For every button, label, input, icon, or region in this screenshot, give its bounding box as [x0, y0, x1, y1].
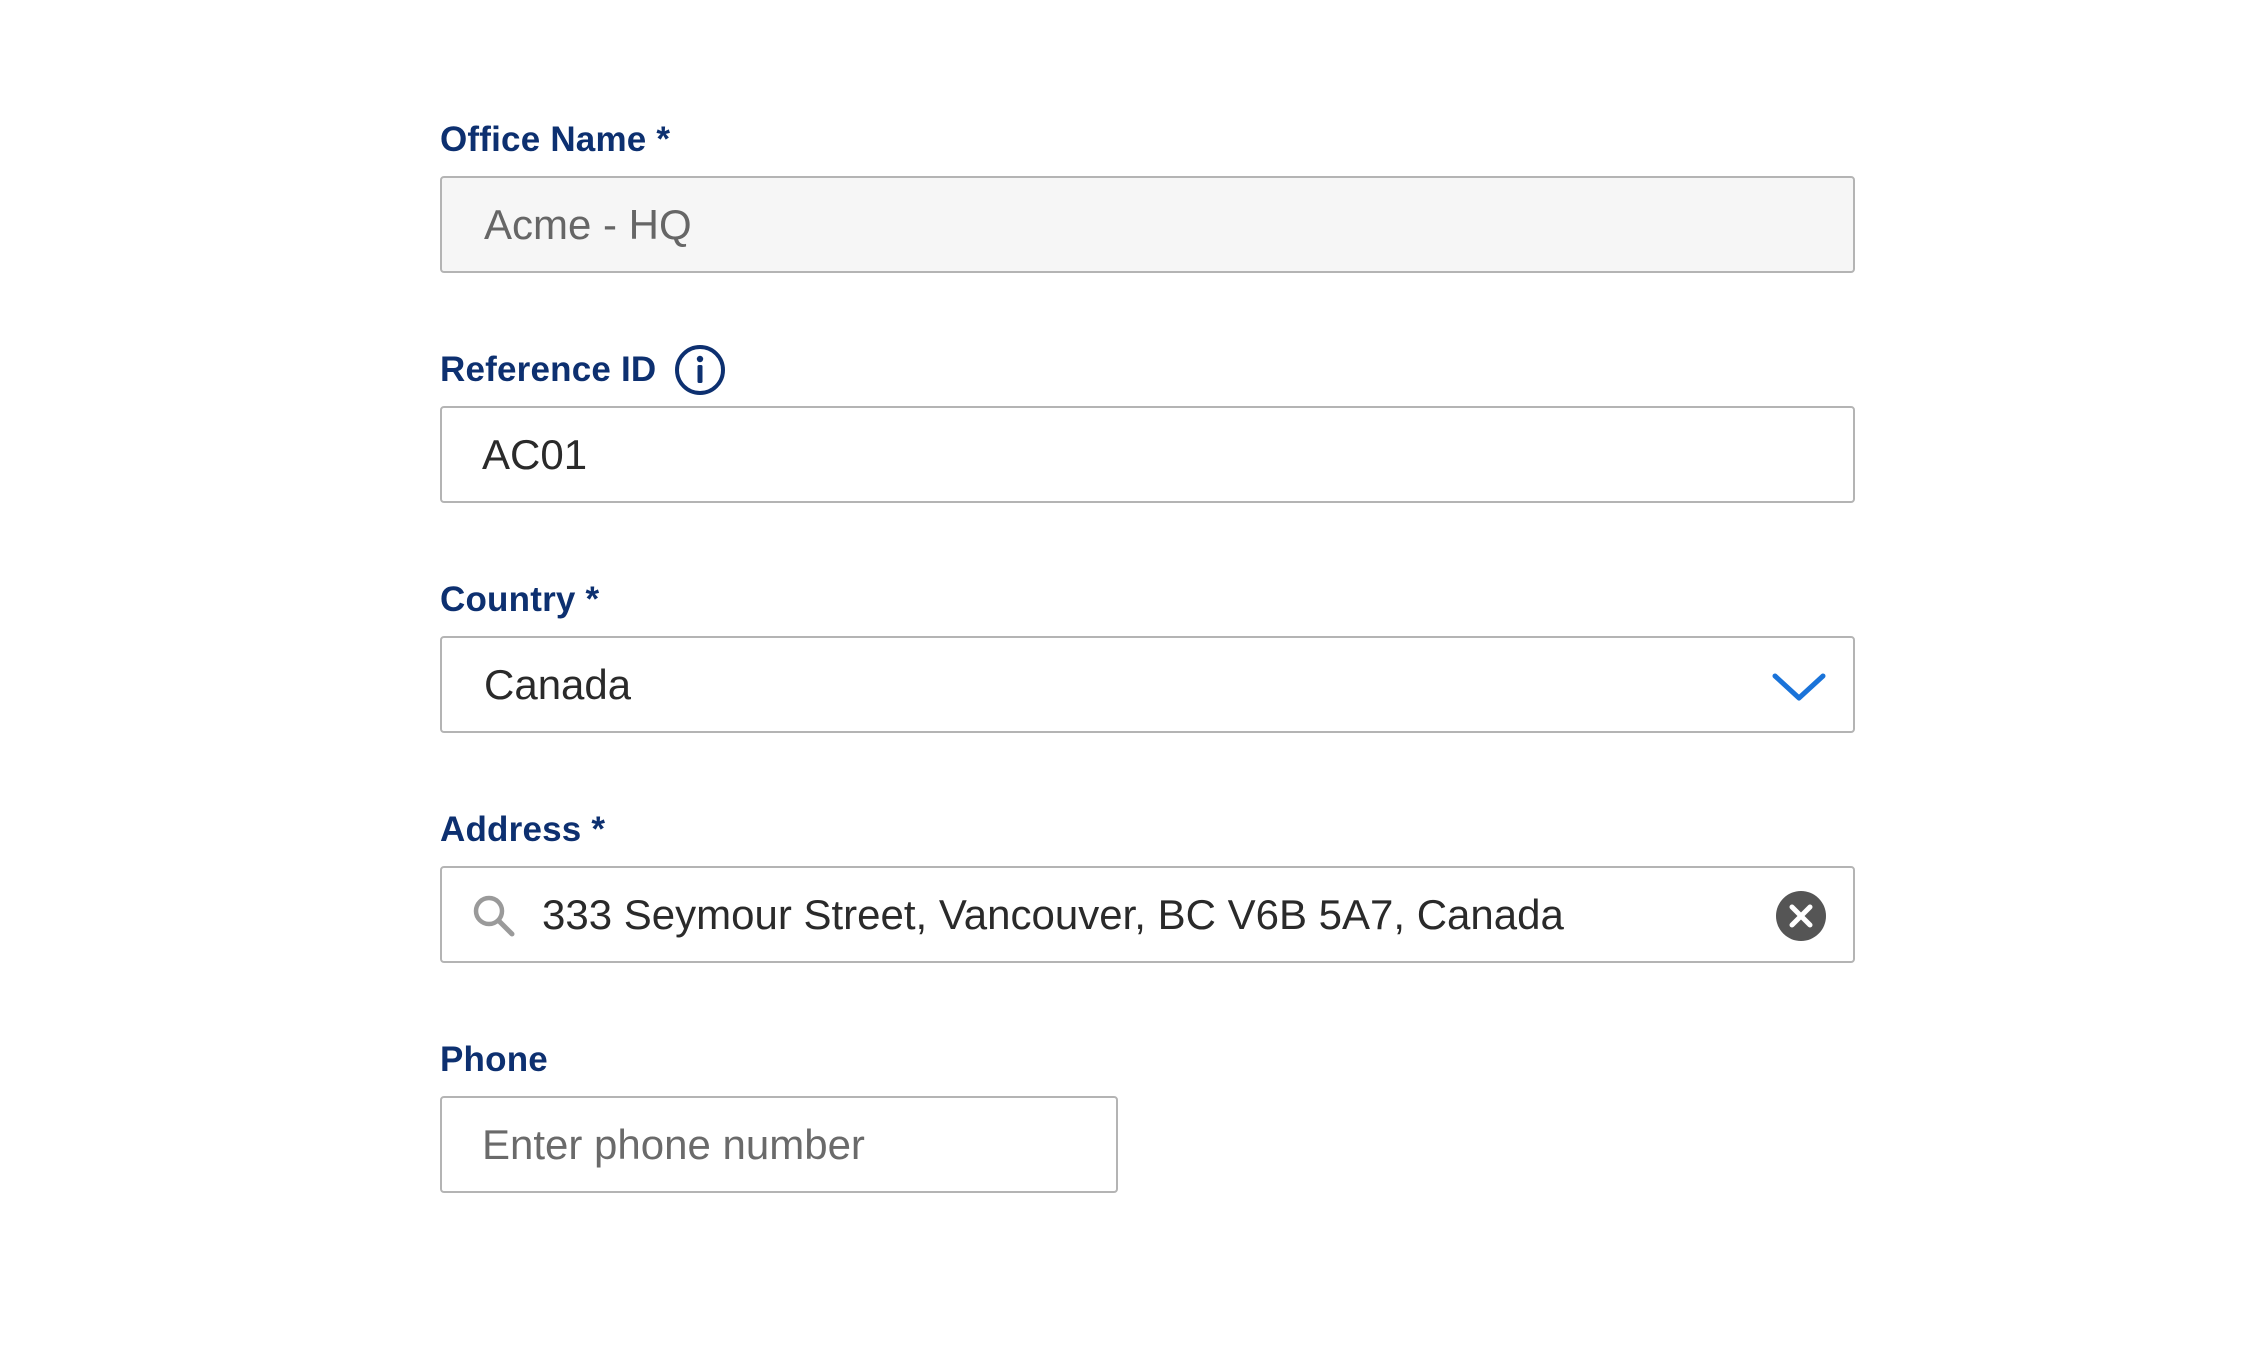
info-icon[interactable]	[674, 344, 726, 396]
reference-id-label: Reference ID	[440, 350, 657, 389]
address-field[interactable]: 333 Seymour Street, Vancouver, BC V6B 5A…	[440, 866, 1855, 963]
address-label-row: Address *	[440, 802, 605, 858]
country-label: Country *	[440, 580, 600, 619]
country-select[interactable]: Canada	[440, 636, 1855, 733]
reference-id-input[interactable]	[482, 408, 1813, 501]
country-label-row: Country *	[440, 572, 599, 628]
office-name-field: Acme - HQ	[440, 176, 1855, 273]
phone-label: Phone	[440, 1040, 548, 1079]
office-name-label: Office Name *	[440, 120, 671, 159]
search-icon	[470, 892, 518, 940]
clear-icon[interactable]	[1775, 890, 1827, 942]
phone-label-row: Phone	[440, 1032, 548, 1088]
chevron-down-icon[interactable]	[1771, 664, 1827, 708]
office-name-value: Acme - HQ	[484, 200, 692, 248]
address-label: Address *	[440, 810, 606, 849]
country-selected-value: Canada	[484, 660, 632, 708]
phone-input[interactable]	[482, 1098, 1076, 1191]
phone-field[interactable]	[440, 1096, 1118, 1193]
address-value[interactable]: 333 Seymour Street, Vancouver, BC V6B 5A…	[542, 891, 1722, 939]
reference-id-field[interactable]	[440, 406, 1855, 503]
reference-id-label-row: Reference ID	[440, 342, 726, 398]
office-name-label-row: Office Name *	[440, 112, 670, 168]
